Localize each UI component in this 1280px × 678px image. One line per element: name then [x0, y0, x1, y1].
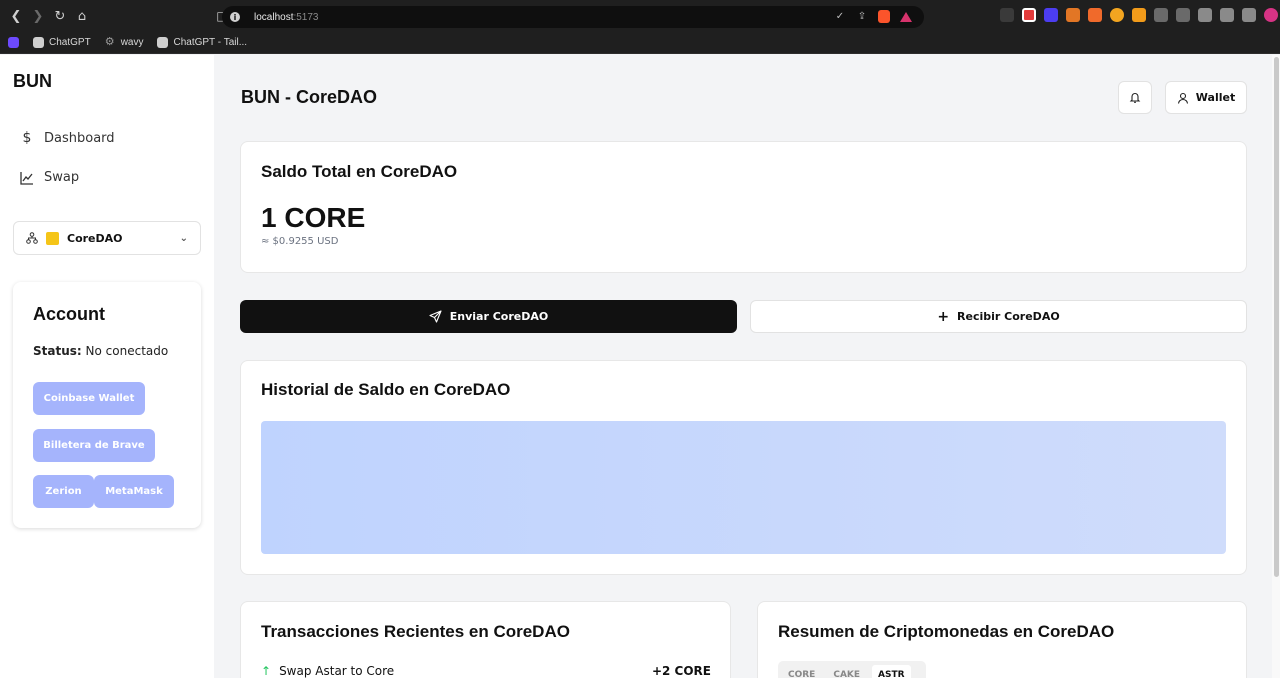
bookmark-label: ChatGPT - Tail... [173, 37, 248, 48]
send-icon [429, 310, 442, 323]
share-icon[interactable]: ⇪ [856, 11, 868, 23]
status-value: No conectado [85, 344, 169, 358]
bookmarks-bar: ChatGPT ⚙ wavy ChatGPT - Tail... [0, 32, 1280, 54]
chevron-down-icon: ⌄ [179, 232, 188, 244]
balance-title: Saldo Total en CoreDAO [261, 162, 458, 181]
summary-card: Resumen de Criptomonedas en CoreDAO CORE… [757, 601, 1247, 678]
wallet-button[interactable]: Wallet [1165, 81, 1247, 114]
status-label: Status: [33, 344, 82, 358]
forward-icon[interactable]: ❯ [28, 6, 48, 26]
bookmark-label: wavy [120, 37, 144, 48]
browser-toolbar: ❮ ❯ ↻ ⌂ □ i localhost:5173 ✓ ⇪ [0, 0, 1280, 32]
bookmark-chatgpt-tail[interactable]: ChatGPT - Tail... [157, 37, 247, 48]
account-status: Status: No conectado [33, 344, 168, 358]
brand-logo: BUN [13, 71, 52, 91]
receive-button[interactable]: + Recibir CoreDAO [750, 300, 1247, 333]
transactions-title: Transacciones Recientes en CoreDAO [261, 622, 570, 641]
bookmark-wavy[interactable]: ⚙ wavy [104, 36, 144, 49]
balance-card: Saldo Total en CoreDAO 1 CORE ≈ $0.9255 … [240, 141, 1247, 273]
metamask-button[interactable]: MetaMask [94, 475, 174, 508]
extension-blue-icon[interactable] [1044, 8, 1058, 22]
network-select[interactable]: CoreDAO ⌄ [13, 221, 201, 255]
network-label: CoreDAO [67, 231, 123, 245]
chatgpt-icon [33, 37, 44, 48]
reload-icon[interactable]: ↻ [50, 6, 70, 26]
sidebar-icon[interactable] [1198, 8, 1212, 22]
page-title: BUN - CoreDAO [241, 87, 378, 107]
translate-icon[interactable]: ✓ [834, 11, 846, 23]
transactions-card: Transacciones Recientes en CoreDAO ↑ Swa… [240, 601, 731, 678]
site-info-icon[interactable]: i [230, 12, 240, 22]
extension-orange-icon[interactable] [1088, 8, 1102, 22]
back-icon[interactable]: ❮ [6, 6, 26, 26]
zerion-button[interactable]: Zerion [33, 475, 94, 508]
nav-buttons: ❮ ❯ ↻ ⌂ [6, 6, 92, 26]
receive-button-label: Recibir CoreDAO [957, 310, 1060, 323]
scrollbar-thumb[interactable] [1274, 57, 1279, 577]
wallet-button-label: Wallet [1195, 91, 1236, 104]
wallet-ext-icon[interactable] [1220, 8, 1234, 22]
tab-cake[interactable]: CAKE [827, 665, 866, 678]
extension-coin-icon[interactable] [1110, 8, 1124, 22]
transaction-amount: +2 CORE [651, 664, 711, 678]
brave-shields-icon[interactable] [878, 10, 890, 23]
network-icon [26, 232, 38, 244]
sidebar-item-swap[interactable]: Swap [20, 170, 79, 185]
sidebar-item-dashboard[interactable]: $ Dashboard [20, 130, 115, 146]
crypto-tabs: CORE CAKE ASTR [778, 661, 926, 678]
sidebar: BUN $ Dashboard Swap CoreDAO ⌄ Account S… [0, 55, 214, 678]
plus-icon: + [937, 308, 950, 325]
user-icon [1177, 92, 1188, 104]
notifications-button[interactable] [1118, 81, 1152, 114]
brave-wallet-button[interactable]: Billetera de Brave [33, 429, 155, 462]
downloads-icon[interactable] [1176, 8, 1190, 22]
coinbase-wallet-button[interactable]: Coinbase Wallet [33, 382, 145, 415]
puzzle-icon[interactable] [1154, 8, 1168, 22]
download-arrow-icon[interactable] [1000, 8, 1014, 22]
brave-rewards-icon[interactable] [900, 11, 912, 22]
address-bar[interactable]: i localhost:5173 ✓ ⇪ [222, 6, 924, 28]
account-title: Account [33, 304, 105, 324]
url-port: :5173 [293, 11, 319, 23]
history-card: Historial de Saldo en CoreDAO [240, 360, 1247, 575]
chatgpt-icon [157, 37, 169, 48]
balance-history-chart [261, 421, 1226, 554]
page-scrollbar[interactable] [1272, 55, 1280, 678]
extension-flame-icon[interactable] [1132, 8, 1146, 22]
leo-icon[interactable] [1242, 8, 1256, 22]
chart-line-icon [20, 171, 33, 185]
transaction-label: Swap Astar to Core [279, 664, 395, 678]
sidebar-item-label: Swap [44, 170, 80, 185]
arrow-up-icon: ↑ [261, 664, 272, 678]
bell-icon [1129, 93, 1141, 103]
dollar-icon: $ [22, 130, 32, 146]
summary-title: Resumen de Criptomonedas en CoreDAO [778, 622, 1115, 641]
send-button-label: Enviar CoreDAO [449, 310, 549, 323]
metamask-icon[interactable] [1066, 8, 1080, 22]
extensions-bar [1000, 8, 1280, 22]
extension-red-icon[interactable] [1022, 8, 1036, 22]
transaction-row[interactable]: ↑ Swap Astar to Core +2 CORE [261, 664, 711, 678]
coredao-color-icon [46, 231, 59, 245]
home-icon[interactable]: ⌂ [72, 6, 92, 26]
balance-amount: 1 CORE [261, 202, 366, 233]
tab-core[interactable]: CORE [782, 665, 821, 678]
app-bookmark-icon[interactable] [8, 37, 19, 48]
send-button[interactable]: Enviar CoreDAO [240, 300, 737, 333]
sidebar-item-label: Dashboard [44, 130, 115, 146]
bookmark-chatgpt[interactable]: ChatGPT [33, 37, 91, 48]
account-card: Account Status: No conectado Coinbase Wa… [13, 282, 201, 528]
balance-usd: ≈ $0.9255 USD [261, 236, 339, 247]
tab-astr[interactable]: ASTR [872, 665, 911, 678]
gear-icon: ⚙ [104, 36, 115, 48]
url-text: localhost:5173 [254, 12, 319, 23]
history-title: Historial de Saldo en CoreDAO [261, 380, 511, 399]
url-host: localhost [254, 11, 294, 23]
bookmark-label: ChatGPT [49, 37, 91, 48]
profile-icon[interactable] [1264, 8, 1278, 22]
